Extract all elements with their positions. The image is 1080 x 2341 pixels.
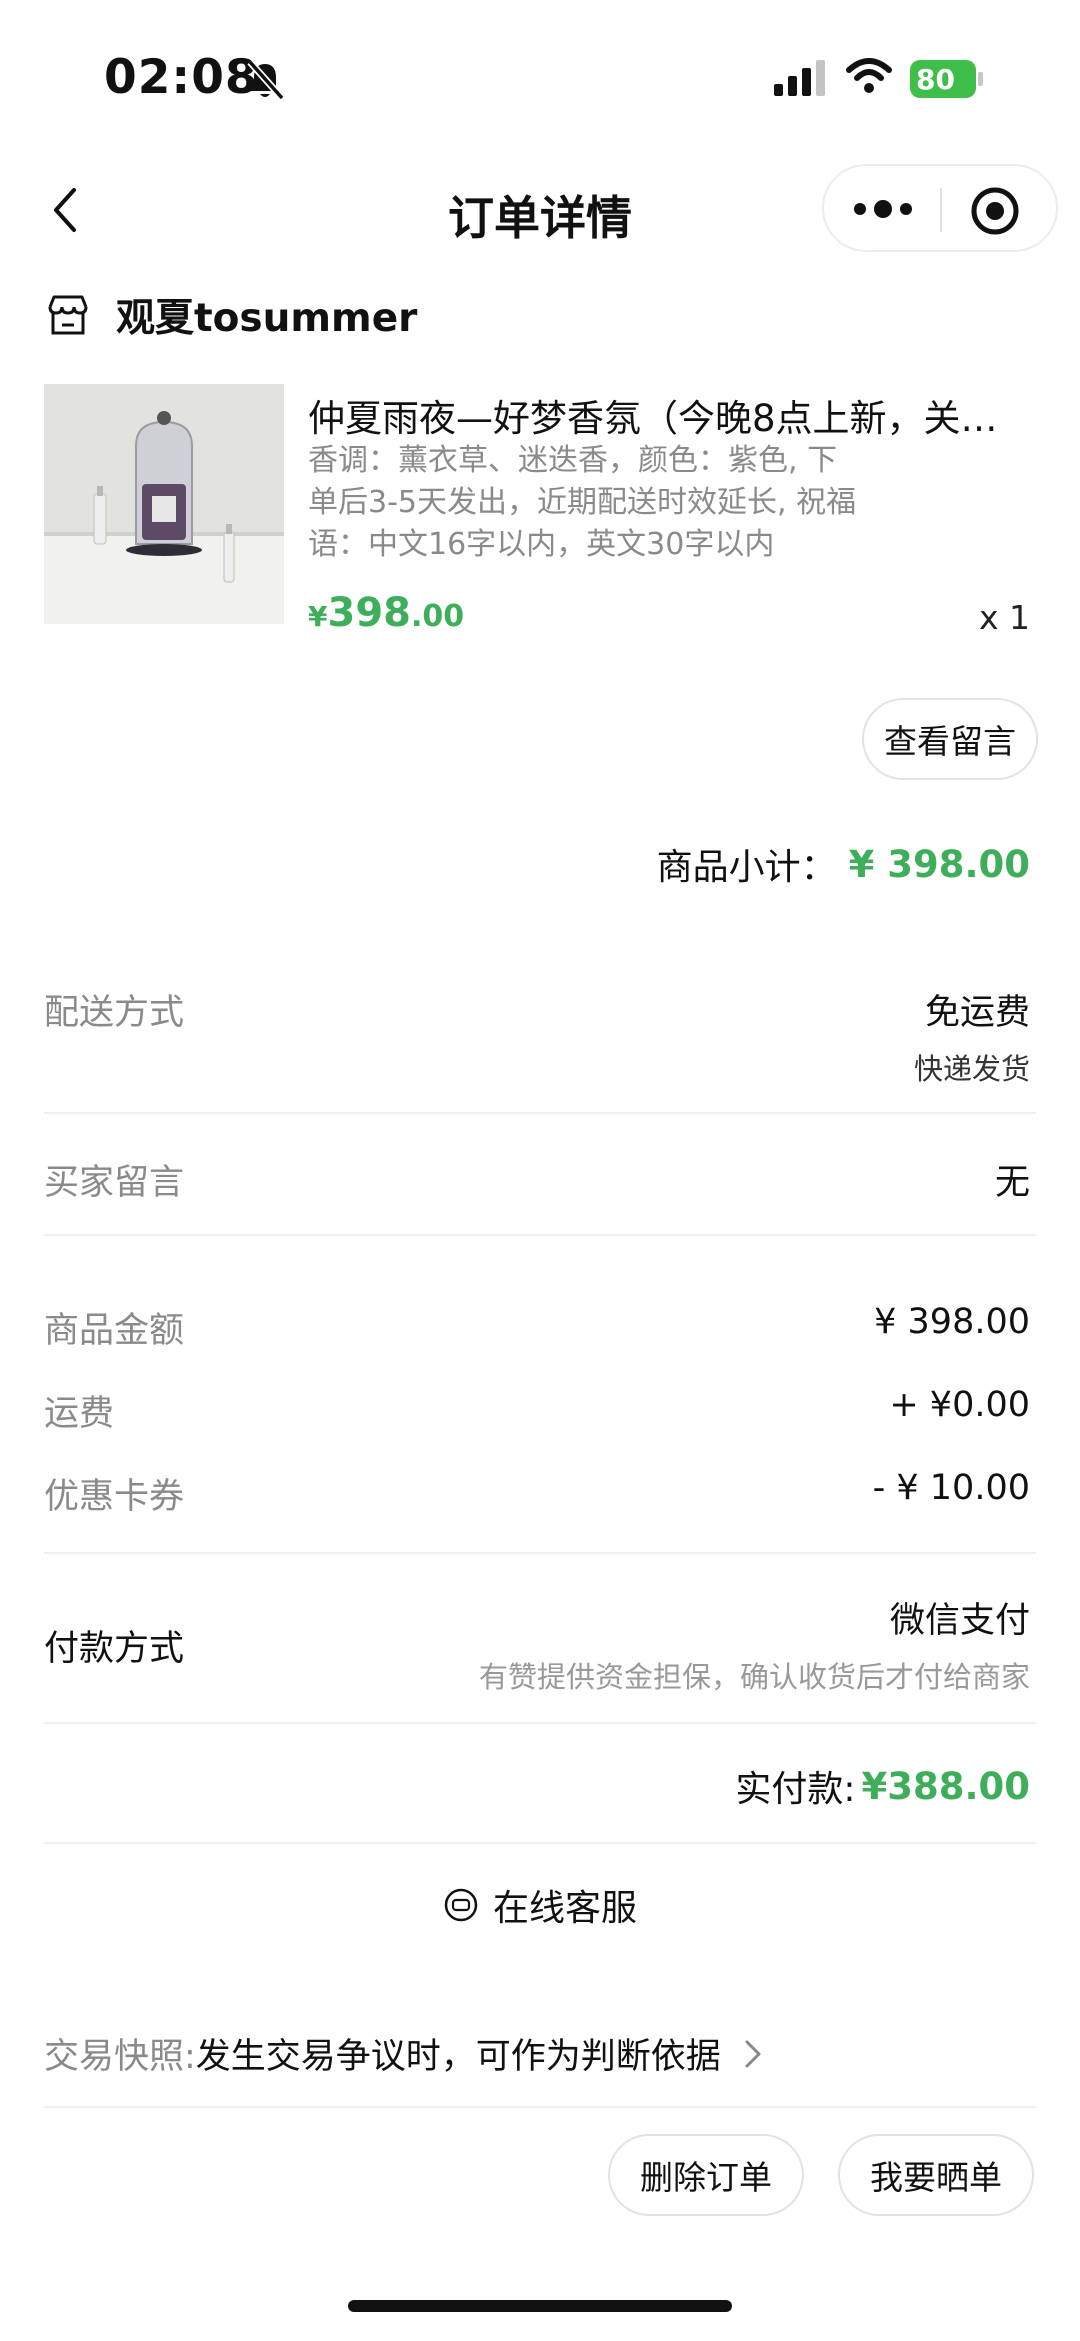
divider — [44, 1234, 1036, 1236]
payment-note: 有赞提供资金担保，确认收货后才付给商家 — [478, 1660, 1030, 1694]
home-indicator[interactable] — [348, 2300, 732, 2312]
product-quantity: x 1 — [978, 598, 1030, 637]
product-spec-line: 香调：薰衣草、迷迭香，颜色：紫色, 下 — [308, 443, 838, 478]
paid-value: ¥388.00 — [861, 1764, 1030, 1808]
store-icon — [48, 295, 88, 335]
divider — [44, 2106, 1036, 2108]
online-service-button[interactable]: 在线客服 — [0, 1875, 1080, 1935]
buyer-message-value: 无 — [994, 1163, 1030, 1203]
price-integer: 398 — [327, 590, 411, 636]
status-time: 02:08 — [104, 50, 259, 105]
chat-bubble-icon — [444, 1888, 478, 1922]
price-decimal: .00 — [410, 599, 465, 634]
cellular-signal-icon — [774, 60, 825, 96]
payment-method-value: 微信支付 — [889, 1601, 1030, 1641]
payment-method-label: 付款方式 — [44, 1629, 185, 1669]
wifi-icon — [846, 58, 892, 93]
miniprogram-capsule — [822, 164, 1058, 252]
subtotal-value: ¥ 398.00 — [848, 842, 1030, 886]
divider — [44, 1552, 1036, 1554]
product-image[interactable] — [44, 384, 284, 624]
shipping-fee-value: + ¥0.00 — [889, 1385, 1030, 1425]
capsule-divider — [940, 188, 942, 232]
chevron-right-icon — [745, 2040, 761, 2067]
divider — [44, 1722, 1036, 1724]
product-candle-illustration — [44, 384, 284, 624]
buyer-message-label: 买家留言 — [44, 1163, 185, 1203]
battery-indicator: 80 — [910, 60, 983, 98]
battery-cap — [978, 72, 983, 86]
trade-snapshot-row[interactable]: 交易快照: 发生交易争议时，可作为判断依据 — [44, 2028, 765, 2079]
battery-level: 80 — [910, 60, 976, 98]
paid-label: 实付款: — [735, 1769, 856, 1810]
delete-order-button[interactable]: 删除订单 — [608, 2134, 804, 2216]
nav-header: 订单详情 — [0, 160, 1080, 260]
paid-row: 实付款: ¥388.00 — [735, 1760, 1030, 1812]
coupon-value: - ¥ 10.00 — [872, 1468, 1030, 1508]
delivery-value: 免运费 — [924, 993, 1030, 1033]
price-symbol: ¥ — [308, 600, 328, 633]
more-dots-icon[interactable] — [846, 184, 920, 234]
divider — [44, 1112, 1036, 1114]
divider — [44, 1842, 1036, 1844]
delivery-sub: 快递发货 — [913, 1052, 1030, 1086]
product-spec-line: 单后3-5天发出，近期配送时效延长, 祝福 — [308, 485, 857, 520]
snapshot-label: 交易快照: — [44, 2037, 196, 2077]
shop-name: 观夏tosummer — [116, 296, 418, 341]
shop-row[interactable]: 观夏tosummer — [44, 285, 417, 345]
shipping-fee-label: 运费 — [44, 1394, 115, 1434]
product-spec: 香调：薰衣草、迷迭香，颜色：紫色, 下 单后3-5天发出，近期配送时效延长, 祝… — [308, 440, 908, 566]
product-price: ¥398.00 — [308, 590, 464, 636]
subtotal-row: 商品小计： ¥ 398.00 — [657, 838, 1030, 890]
close-target-icon[interactable] — [968, 184, 1022, 238]
coupon-label: 优惠卡券 — [44, 1477, 185, 1517]
delivery-label: 配送方式 — [44, 993, 185, 1033]
product-title[interactable]: 仲夏雨夜—好梦香氛（今晚8点上新，关… — [308, 388, 1008, 442]
bell-muted-icon — [247, 59, 285, 101]
product-spec-line: 语：中文16字以内，英文30字以内 — [308, 527, 775, 562]
goods-amount-value: ¥ 398.00 — [874, 1302, 1030, 1342]
online-service-label: 在线客服 — [492, 1888, 637, 1929]
status-bar: 02:08 80 — [0, 0, 1080, 150]
subtotal-label: 商品小计： — [656, 847, 837, 888]
snapshot-text: 发生交易争议时，可作为判断依据 — [195, 2037, 721, 2077]
goods-amount-label: 商品金额 — [44, 1311, 185, 1351]
share-order-button[interactable]: 我要晒单 — [838, 2134, 1034, 2216]
view-message-button[interactable]: 查看留言 — [862, 698, 1038, 780]
